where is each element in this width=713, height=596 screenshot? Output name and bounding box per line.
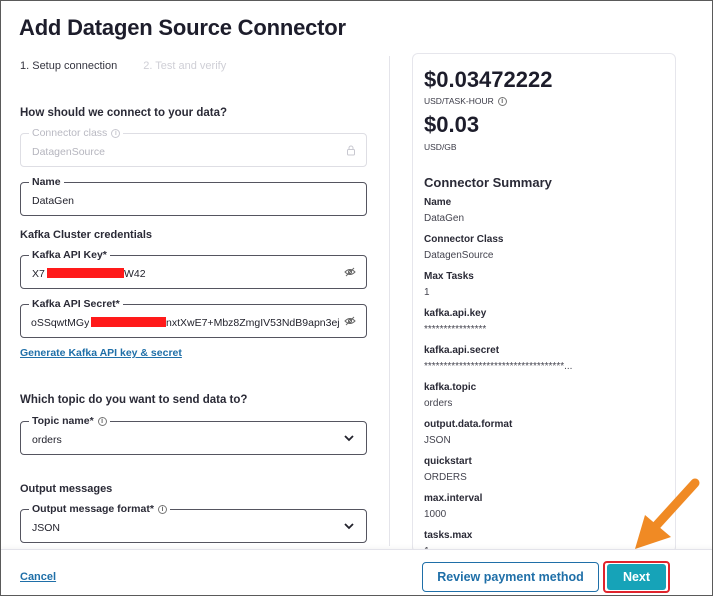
summary-value: ORDERS [424, 472, 467, 483]
topic-select[interactable]: Topic name* i orders [20, 415, 367, 455]
hourly-price: $0.03472222 [424, 67, 553, 92]
column-divider [389, 56, 390, 546]
connector-class-legend: Connector class i [29, 127, 124, 139]
next-button[interactable]: Next [607, 564, 666, 590]
gb-price: $0.03 [424, 112, 480, 137]
review-payment-button[interactable]: Review payment method [422, 562, 599, 592]
summary-value: 1000 [424, 509, 447, 520]
credentials-heading: Kafka Cluster credentials [20, 229, 153, 241]
chevron-down-icon[interactable] [343, 520, 355, 532]
output-format-label: Output message format* [32, 503, 154, 515]
connector-wizard: Add Datagen Source Connector 1. Setup co… [0, 0, 713, 596]
info-icon[interactable]: i [497, 96, 507, 106]
summary-key: tasks.max [424, 530, 473, 541]
api-secret-field[interactable]: Kafka API Secret* oSSqwtMGy nxtXwE7+Mbz8… [20, 298, 367, 338]
summary-value: orders [424, 398, 453, 409]
api-key-value-end[interactable]: W42 [124, 268, 146, 280]
api-key-field[interactable]: Kafka API Key* X7 W42 [20, 249, 367, 289]
connector-class-field: Connector class i DatagenSource [20, 127, 367, 167]
generate-api-key-link[interactable]: Generate Kafka API key & secret [20, 347, 182, 359]
summary-value: ************************************... [424, 361, 573, 372]
page-title: Add Datagen Source Connector [19, 15, 346, 40]
summary-key: kafka.api.key [424, 308, 487, 319]
summary-key: max.interval [424, 493, 483, 504]
output-format-legend: Output message format* i [29, 503, 170, 515]
summary-key: kafka.api.secret [424, 345, 500, 356]
topic-label: Topic name* [32, 415, 94, 427]
output-heading: Output messages [20, 483, 113, 495]
cancel-link[interactable]: Cancel [20, 571, 56, 583]
api-secret-value-end[interactable]: nxtXwE7+Mbz8ZmgIV53NdB9apn3ej [166, 317, 346, 329]
summary-title: Connector Summary [424, 175, 552, 190]
redaction-bar [47, 268, 124, 278]
footer-bar: Cancel Review payment method Next [1, 549, 712, 595]
api-secret-legend: Kafka API Secret* [29, 298, 123, 310]
lock-icon [347, 145, 355, 156]
wizard-steps: 1. Setup connection 2. Test and verify [20, 60, 226, 72]
redaction-bar [91, 317, 166, 327]
topic-value: orders [32, 434, 62, 446]
summary-value: DatagenSource [424, 250, 494, 261]
api-secret-value-start[interactable]: oSSqwtMGy [31, 317, 89, 329]
summary-key: quickstart [424, 456, 472, 467]
eye-slash-icon[interactable] [344, 316, 356, 326]
summary-value: DataGen [424, 213, 465, 224]
eye-slash-icon[interactable] [344, 267, 356, 277]
summary-key: Max Tasks [424, 271, 474, 282]
connector-class-label: Connector class [32, 127, 108, 139]
name-field[interactable]: Name DataGen [20, 176, 367, 216]
name-legend: Name [29, 176, 64, 188]
summary-key: Connector Class [424, 234, 504, 245]
topic-question: Which topic do you want to send data to? [20, 394, 248, 406]
gb-unit: USD/GB [424, 142, 457, 152]
name-input[interactable]: DataGen [32, 195, 74, 207]
summary-key: output.data.format [424, 419, 513, 430]
name-label: Name [32, 176, 61, 188]
summary-key: kafka.topic [424, 382, 477, 393]
summary-value: 1 [424, 287, 430, 298]
connect-question: How should we connect to your data? [20, 107, 228, 119]
hourly-unit: USD/TASK-HOUR [424, 96, 494, 106]
annotation-arrow-icon [635, 478, 700, 549]
api-key-legend: Kafka API Key* [29, 249, 110, 261]
summary-key: Name [424, 197, 452, 208]
topic-legend: Topic name* i [29, 415, 110, 427]
output-format-select[interactable]: Output message format* i JSON [20, 503, 367, 543]
connector-class-value: DatagenSource [32, 146, 105, 158]
chevron-down-icon[interactable] [343, 432, 355, 444]
api-key-label: Kafka API Key* [32, 249, 107, 261]
output-format-value: JSON [32, 522, 61, 534]
hourly-unit-row: USD/TASK-HOUR i [424, 96, 507, 106]
info-icon[interactable]: i [97, 416, 107, 426]
step-setup-connection[interactable]: 1. Setup connection [20, 60, 117, 72]
summary-value: **************** [424, 324, 487, 335]
info-icon[interactable]: i [157, 504, 167, 514]
info-icon[interactable]: i [111, 128, 121, 138]
summary-value: JSON [424, 435, 451, 446]
api-secret-label: Kafka API Secret* [32, 298, 120, 310]
step-test-and-verify: 2. Test and verify [143, 60, 227, 72]
